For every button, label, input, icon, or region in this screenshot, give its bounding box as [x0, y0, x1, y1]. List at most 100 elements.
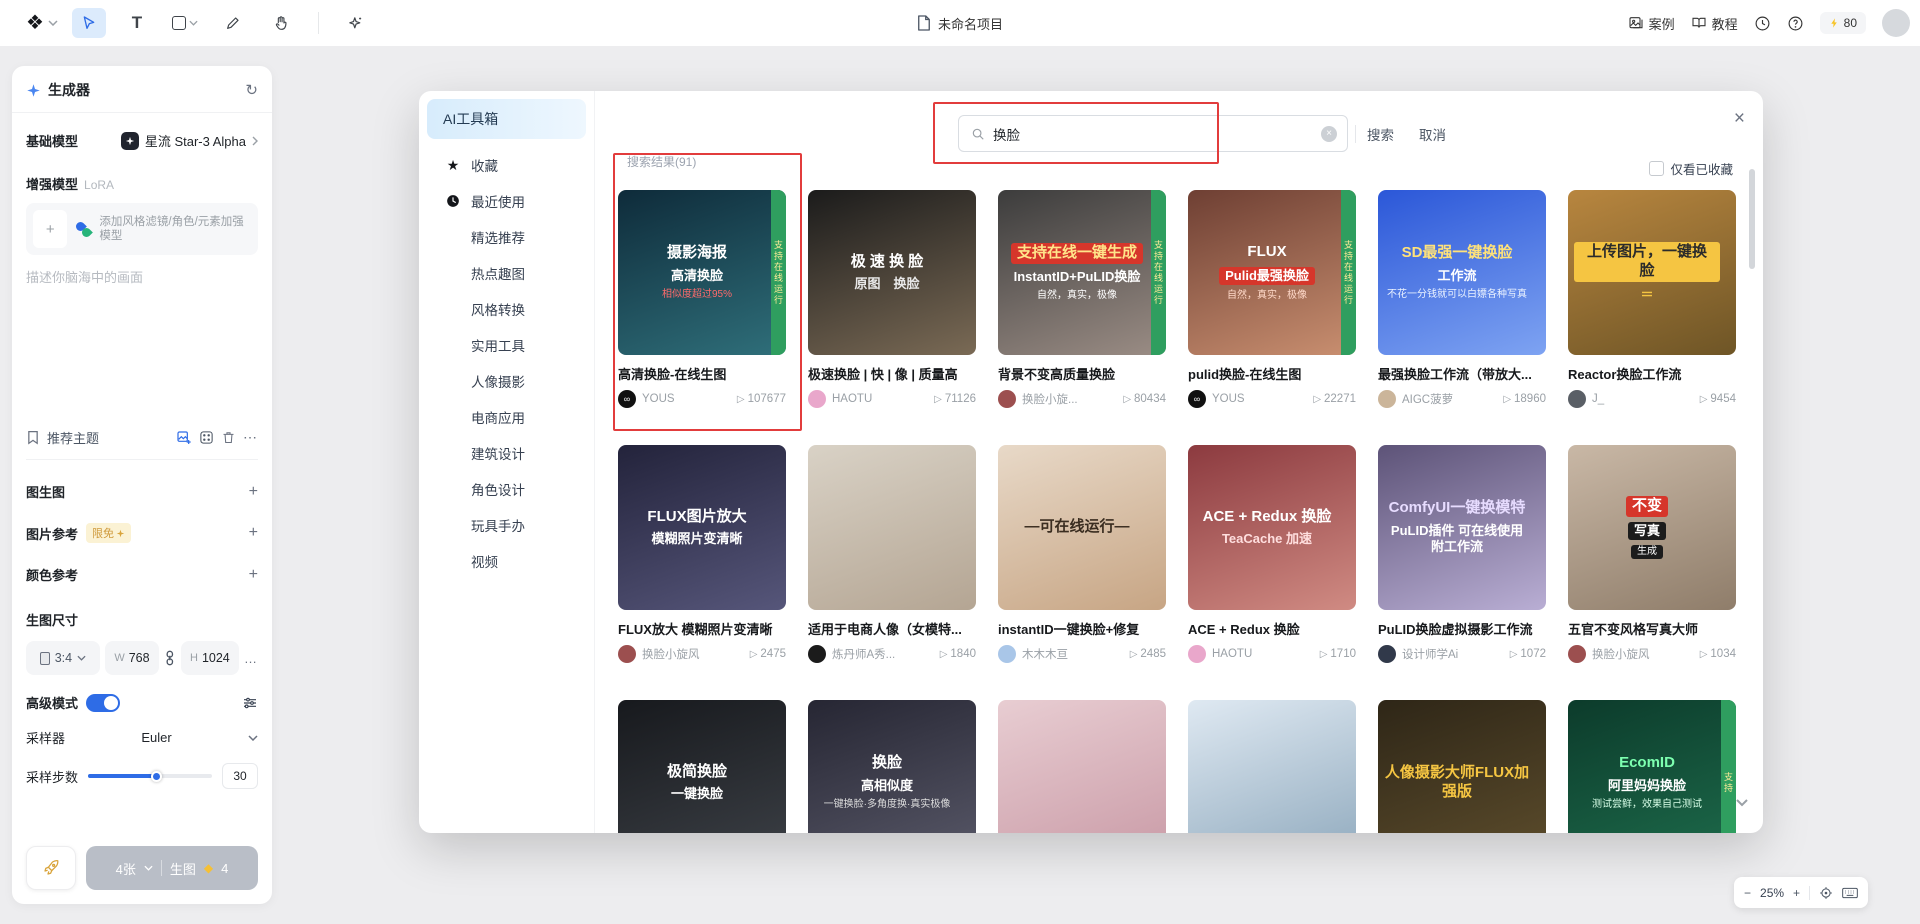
toolbox-search-box[interactable]: × [958, 115, 1348, 152]
author-name[interactable]: 设计师学Ai [1402, 646, 1504, 662]
favorites-filter[interactable]: 仅看已收藏 [1649, 159, 1733, 178]
link-icon[interactable] [164, 650, 176, 666]
height-field[interactable]: H 1024 [181, 641, 239, 675]
workflow-card[interactable]: ACE + Redux 换脸TeaCache 加速 ACE + Redux 换脸… [1188, 445, 1356, 663]
checkbox[interactable] [1649, 161, 1664, 176]
generate-button[interactable]: 4张 生图 ◆ 4 [86, 846, 258, 890]
workflow-cover-image[interactable]: FLUX图片放大模糊照片变清晰 [618, 445, 786, 610]
hand-tool-button[interactable] [264, 8, 298, 38]
workflow-card[interactable]: 人像摄影大师FLUX加强版 [1378, 700, 1546, 833]
author-name[interactable]: HAOTU [1212, 648, 1314, 660]
author-avatar[interactable] [1378, 645, 1396, 663]
select-tool-button[interactable] [72, 8, 106, 38]
workflow-title[interactable]: Reactor换脸工作流 [1568, 364, 1736, 383]
workflow-card[interactable] [998, 700, 1166, 833]
author-name[interactable]: 换脸小旋风 [642, 646, 744, 662]
workflow-card[interactable]: 极 速 换 脸原图 换脸 极速换脸 | 快 | 像 | 质量高 HAOTU ▷7… [808, 190, 976, 408]
search-input[interactable] [993, 126, 1313, 141]
workflow-cover-image[interactable]: —可在线运行— [998, 445, 1166, 610]
prompt-input[interactable] [26, 267, 258, 417]
clear-search-icon[interactable]: × [1321, 126, 1337, 142]
workflow-cover-image[interactable]: 换脸高相似度一键换脸·多角度换·真实极像 [808, 700, 976, 833]
author-name[interactable]: YOUS [642, 393, 731, 405]
tutorial-button[interactable]: 教程 [1691, 14, 1738, 33]
author-name[interactable]: HAOTU [832, 393, 928, 405]
toolbox-menu-item[interactable]: 电商应用 [419, 399, 594, 435]
width-field[interactable]: W 768 [105, 641, 159, 675]
author-avatar[interactable] [808, 390, 826, 408]
sampler-value[interactable]: Euler [141, 730, 171, 745]
history-icon[interactable] [1754, 15, 1771, 32]
workflow-card[interactable] [1188, 700, 1356, 833]
search-button[interactable]: 搜索 [1367, 115, 1394, 152]
workflow-cover-image[interactable] [998, 700, 1166, 833]
workflow-title[interactable]: FLUX放大 模糊照片变清晰 [618, 619, 786, 638]
workflow-cover-image[interactable]: 支持在线一键生成InstantID+PuLID换脸自然，真实，极像 支持在线运行 [998, 190, 1166, 355]
author-name[interactable]: YOUS [1212, 393, 1307, 405]
workflow-cover-image[interactable]: ACE + Redux 换脸TeaCache 加速 [1188, 445, 1356, 610]
workflow-cover-image[interactable]: EcomID阿里妈妈换脸测试尝鲜，效果自己测试 支持 [1568, 700, 1736, 833]
zoom-out-button[interactable]: − [1744, 886, 1751, 900]
toolbox-menu-item[interactable]: 角色设计 [419, 471, 594, 507]
workflow-card[interactable]: 适用于电商人像（女模特... 炼丹师A秀... ▷1840 [808, 445, 976, 663]
workflow-card[interactable]: SD最强一键换脸工作流不花一分钱就可以白嫖各种写真 最强换脸工作流（带放大...… [1378, 190, 1546, 408]
scroll-down-icon[interactable] [1735, 798, 1749, 807]
locate-icon[interactable] [1819, 886, 1833, 900]
author-name[interactable]: J_ [1592, 393, 1694, 405]
cases-button[interactable]: 案例 [1628, 14, 1675, 33]
workflow-card[interactable]: 换脸高相似度一键换脸·多角度换·真实极像 [808, 700, 976, 833]
workflow-card[interactable]: 上传图片，一键换脸＝ Reactor换脸工作流 J_ ▷9454 [1568, 190, 1736, 408]
workflow-cover-image[interactable] [808, 445, 976, 610]
workflow-card[interactable]: ComfyUI一键换模特PuLID插件 可在线使用 附工作流 PuLID换脸虚拟… [1378, 445, 1546, 663]
close-icon[interactable]: × [1734, 109, 1745, 128]
shape-tool-button[interactable] [168, 8, 202, 38]
toolbox-menu-item[interactable]: 热点趣图 [419, 255, 594, 291]
ratio-selector[interactable]: 3:4 [26, 641, 100, 675]
author-avatar[interactable] [1378, 390, 1396, 408]
tune-icon[interactable] [242, 695, 258, 711]
size-more-icon[interactable]: … [244, 651, 258, 666]
toolbox-menu-item[interactable]: 玩具手办 [419, 507, 594, 543]
toolbox-menu-item[interactable]: ★ 收藏 [419, 147, 594, 183]
workflow-card[interactable]: FLUXPulid最强换脸自然，真实，极像 支持在线运行 pulid换脸-在线生… [1188, 190, 1356, 408]
steps-value-box[interactable]: 30 [222, 763, 258, 789]
workflow-card[interactable]: EcomID阿里妈妈换脸测试尝鲜，效果自己测试 支持 [1568, 700, 1736, 833]
toolbox-menu-item[interactable]: 精选推荐 [419, 219, 594, 255]
add-color-ref-button[interactable]: + [249, 566, 258, 584]
author-name[interactable]: 换脸小旋... [1022, 391, 1117, 407]
credits-badge[interactable]: 80 [1820, 12, 1866, 34]
user-avatar[interactable] [1882, 9, 1910, 37]
steps-slider[interactable] [88, 774, 212, 778]
workflow-cover-image[interactable]: 上传图片，一键换脸＝ [1568, 190, 1736, 355]
cancel-button[interactable]: 取消 [1419, 115, 1446, 152]
dice-icon[interactable] [199, 430, 214, 445]
more-icon[interactable]: ⋯ [243, 429, 258, 446]
author-name[interactable]: 换脸小旋风 [1592, 646, 1694, 662]
quick-launch-button[interactable] [26, 846, 76, 890]
author-avatar[interactable] [998, 645, 1016, 663]
workflow-card[interactable]: 极简换脸一键换脸 [618, 700, 786, 833]
workflow-cover-image[interactable]: ComfyUI一键换模特PuLID插件 可在线使用 附工作流 [1378, 445, 1546, 610]
workflow-cover-image[interactable]: 极 速 换 脸原图 换脸 [808, 190, 976, 355]
project-title-group[interactable]: 未命名项目 [917, 14, 1003, 33]
text-tool-button[interactable]: T [120, 8, 154, 38]
toolbox-menu-item[interactable]: 视频 [419, 543, 594, 579]
workflow-cover-image[interactable]: FLUXPulid最强换脸自然，真实，极像 支持在线运行 [1188, 190, 1356, 355]
keyboard-icon[interactable] [1842, 887, 1858, 899]
base-model-selector[interactable]: 星流 Star-3 Alpha [121, 131, 258, 150]
workflow-cover-image[interactable]: 人像摄影大师FLUX加强版 [1378, 700, 1546, 833]
add-img2img-button[interactable]: + [249, 483, 258, 501]
author-name[interactable]: 炼丹师A秀... [832, 646, 934, 662]
toolbox-menu-item[interactable]: 风格转换 [419, 291, 594, 327]
workflow-title[interactable]: 背景不变高质量换脸 [998, 364, 1166, 383]
workflow-cover-image[interactable]: 极简换脸一键换脸 [618, 700, 786, 833]
help-icon[interactable] [1787, 15, 1804, 32]
workflow-title[interactable]: 极速换脸 | 快 | 像 | 质量高 [808, 364, 976, 383]
workflow-card[interactable]: —可在线运行— instantID一键换脸+修复 木木木亘 ▷2485 [998, 445, 1166, 663]
author-avatar[interactable] [998, 390, 1016, 408]
author-avatar[interactable] [1188, 645, 1206, 663]
zoom-in-button[interactable]: + [1793, 886, 1800, 900]
workflow-cover-image[interactable]: 不变写真生成 [1568, 445, 1736, 610]
author-avatar[interactable] [618, 645, 636, 663]
reset-icon[interactable]: ↻ [245, 81, 258, 99]
